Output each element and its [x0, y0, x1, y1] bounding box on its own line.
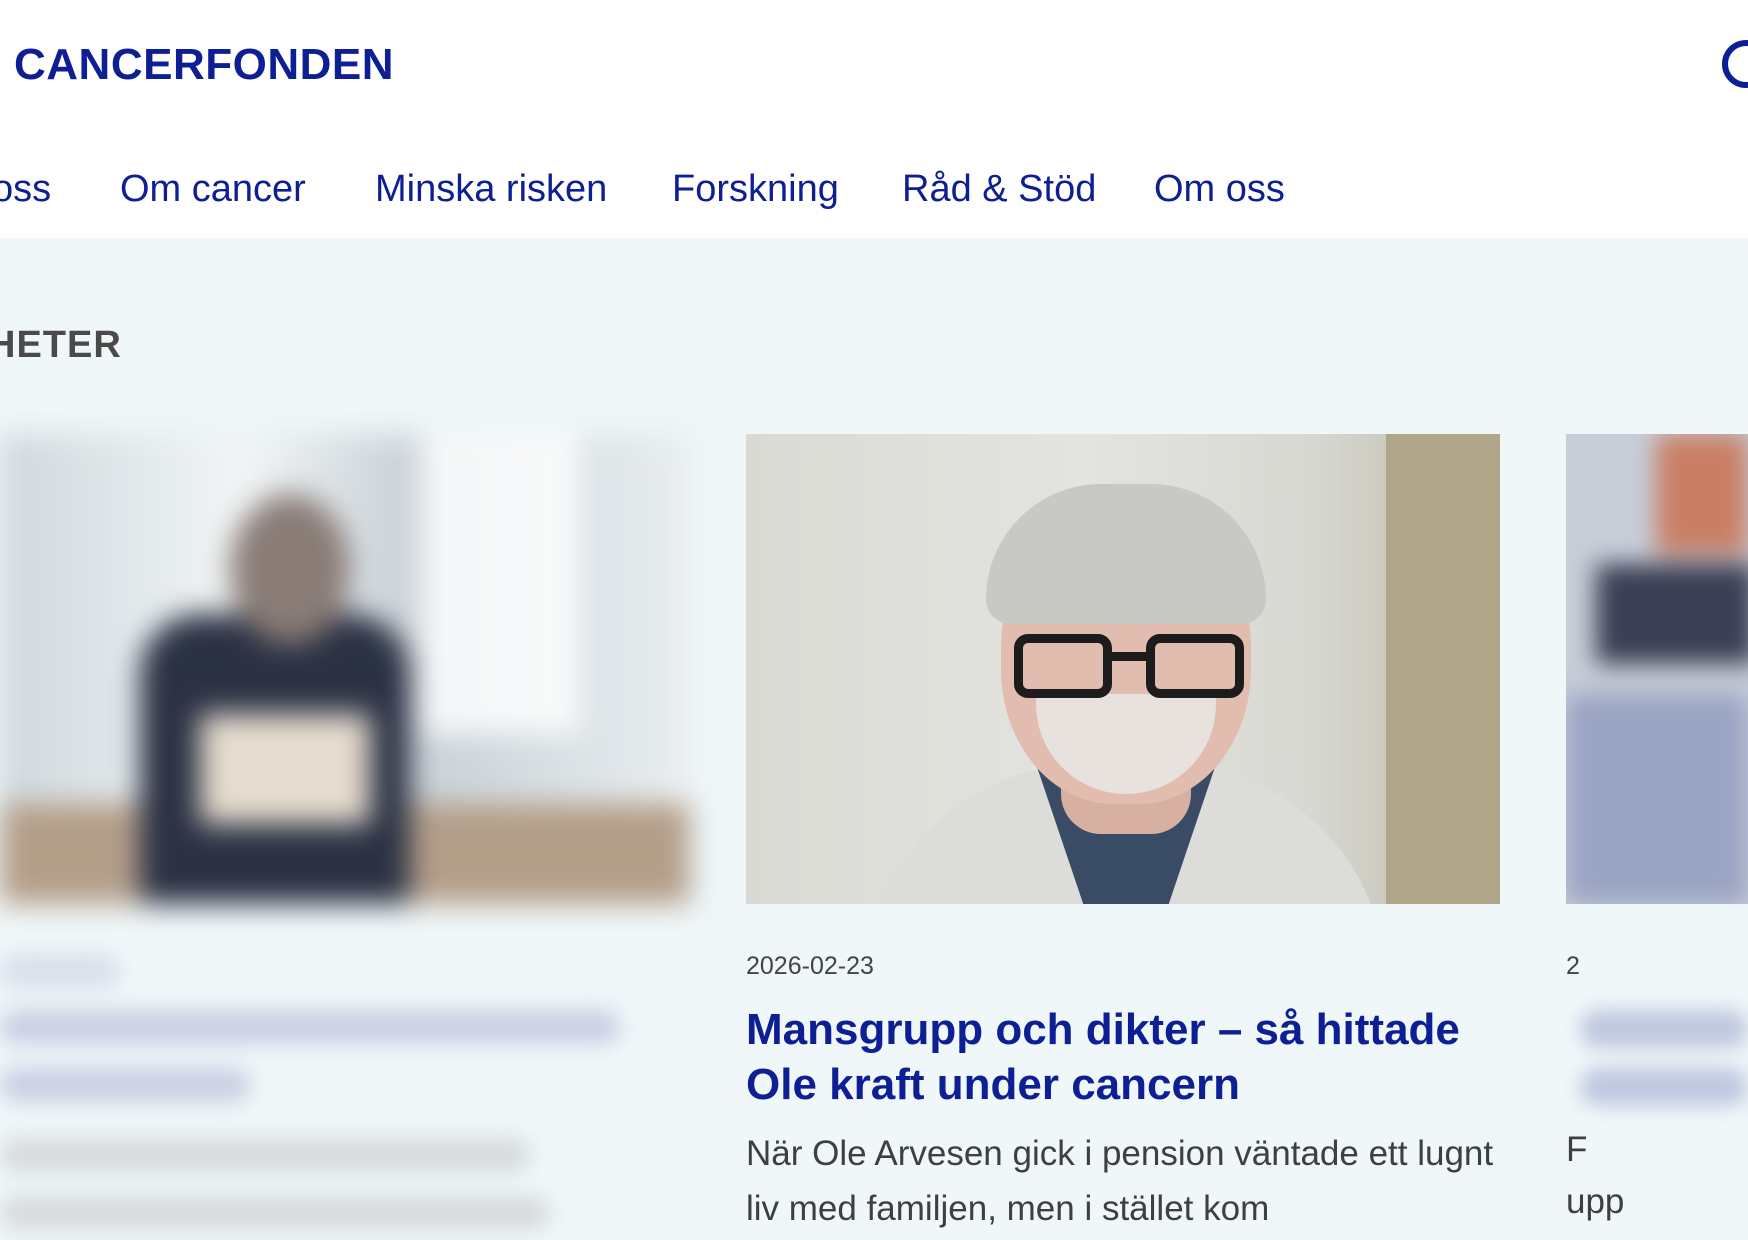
news-card-left[interactable]	[0, 434, 690, 1240]
blurred-title-line	[0, 1068, 250, 1102]
blurred-title-line	[0, 1010, 620, 1044]
card-image-blurred[interactable]	[0, 434, 690, 904]
excerpt-fragment: upp	[1566, 1182, 1625, 1221]
blurred-title-line	[1580, 1068, 1748, 1106]
news-card-right[interactable]: 2 F upp	[1566, 434, 1748, 1240]
card-date-fragment: 2	[1566, 952, 1580, 980]
blurred-date	[0, 954, 120, 988]
main-nav: oss Om cancer Minska risken Forskning Rå…	[0, 168, 1748, 220]
card-title-link[interactable]: Mansgrupp och dikter – så hittade Ole kr…	[746, 1002, 1500, 1112]
nav-item-minska-risken[interactable]: Minska risken	[375, 168, 607, 211]
card-image-portrait[interactable]	[746, 434, 1500, 904]
excerpt-fragment: F	[1566, 1130, 1588, 1169]
page: CANCERFONDEN oss Om cancer Minska risken…	[0, 0, 1748, 1240]
nav-item-rad-stod[interactable]: Råd & Stöd	[902, 168, 1096, 211]
section-title: HETER	[0, 324, 122, 366]
blurred-title-line	[1580, 1010, 1748, 1048]
blurred-excerpt-line	[0, 1196, 550, 1230]
card-date: 2026-02-23	[746, 952, 874, 980]
site-header: CANCERFONDEN oss Om cancer Minska risken…	[0, 0, 1748, 238]
nav-item-forskning[interactable]: Forskning	[672, 168, 839, 211]
nav-item-om-oss[interactable]: Om oss	[1154, 168, 1285, 211]
card-image-blurred-right[interactable]	[1566, 434, 1748, 904]
search-icon[interactable]	[1722, 40, 1748, 88]
news-card-featured[interactable]: 2026-02-23 Mansgrupp och dikter – så hit…	[746, 434, 1500, 1240]
blurred-excerpt-line	[0, 1138, 530, 1172]
nav-item-om-cancer[interactable]: Om cancer	[120, 168, 306, 211]
site-logo[interactable]: CANCERFONDEN	[14, 40, 394, 90]
nav-item-stod-oss[interactable]: oss	[0, 168, 51, 211]
glasses-detail	[1014, 634, 1244, 698]
card-excerpt: När Ole Arvesen gick i pension väntade e…	[746, 1134, 1494, 1228]
